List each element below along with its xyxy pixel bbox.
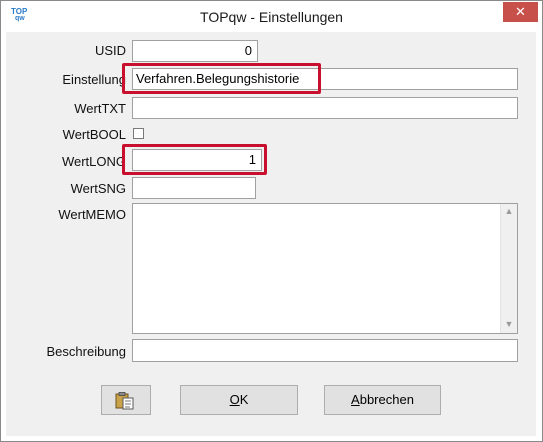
wertsng-field[interactable] [132,177,256,199]
title-bar[interactable]: TOP qw TOPqw - Einstellungen ✕ [1,1,542,32]
cancel-mnemonic: A [351,392,360,407]
window-title: TOPqw - Einstellungen [200,9,343,25]
usid-field[interactable]: 0 [132,40,258,62]
dialog-body: USID 0 Einstellung Verfahren.Belegungshi… [6,32,536,436]
cancel-label-rest: bbrechen [359,392,414,407]
werttxt-label: WertTXT [74,101,126,116]
beschreibung-field[interactable] [132,339,518,362]
dialog-window: TOP qw TOPqw - Einstellungen ✕ USID 0 Ei… [0,0,543,442]
wertbool-label: WertBOOL [62,127,126,142]
usid-label: USID [94,43,126,58]
wertlong-label: WertLONG [61,154,126,169]
beschreibung-label: Beschreibung [46,344,127,359]
einstellung-label: Einstellung [62,72,126,87]
memo-scrollbar[interactable]: ▲ ▼ [500,204,517,333]
cancel-button[interactable]: Abbrechen [324,385,441,415]
ok-mnemonic: O [229,392,240,407]
close-button[interactable]: ✕ [503,2,538,22]
close-icon: ✕ [515,4,526,19]
wertsng-label: WertSNG [70,181,126,196]
werttxt-field[interactable] [132,97,518,119]
wertbool-checkbox[interactable] [133,128,144,139]
clipboard-icon [115,392,134,410]
ok-button[interactable]: OK [180,385,298,415]
ok-label-rest: K [239,392,249,407]
wertlong-highlight-box [122,144,267,175]
einstellung-highlight-box [122,63,321,94]
scroll-up-arrow-icon[interactable]: ▲ [501,206,517,216]
scroll-down-arrow-icon[interactable]: ▼ [501,319,517,329]
wertmemo-label: WertMEMO [58,207,126,222]
paste-button[interactable] [101,385,151,415]
wertmemo-textarea[interactable] [132,203,518,334]
